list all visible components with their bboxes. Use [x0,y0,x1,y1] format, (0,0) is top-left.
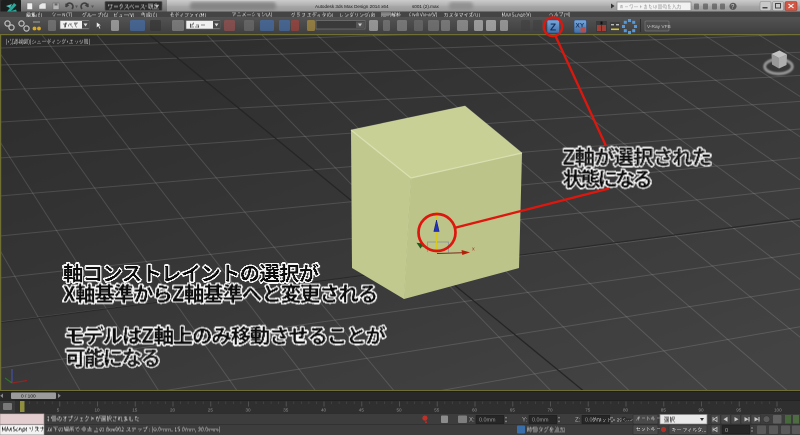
svg-text:x: x [472,247,475,253]
svg-text:Autodesk 3ds Max Design 2014 x: Autodesk 3ds Max Design 2014 x64 [315,4,389,9]
svg-text:s001 (2).max: s001 (2).max [412,4,440,9]
